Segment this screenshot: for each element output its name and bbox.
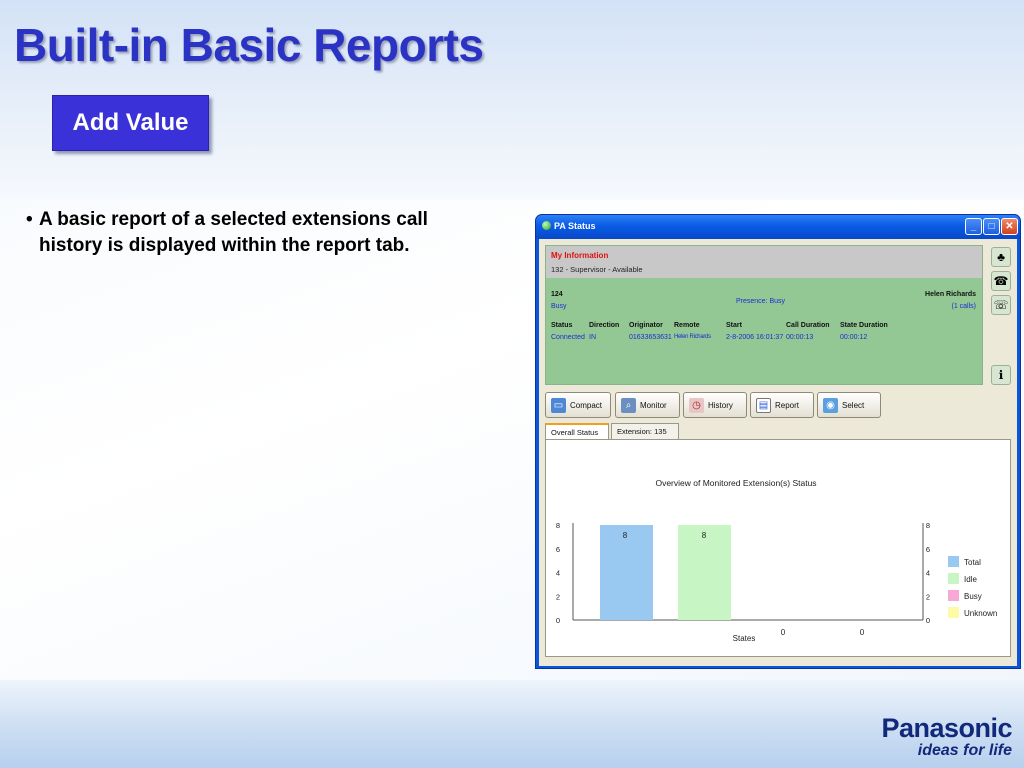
presence-text: Presence: Busy: [736, 298, 786, 305]
legend-label-busy: Busy: [964, 592, 982, 601]
call-row-direction[interactable]: IN: [589, 334, 596, 341]
legend-swatch-unknown: [948, 607, 959, 618]
data-label-idle: 8: [702, 531, 707, 540]
col-header-remote: Remote: [674, 322, 700, 329]
monitor-icon: ⌕: [621, 397, 636, 413]
slide-title: Built-in Basic Reports: [14, 19, 484, 71]
brand-tagline: ideas for life: [917, 742, 1012, 759]
data-label-total: 8: [623, 531, 628, 540]
report-icon: ▤: [756, 397, 771, 413]
conference-icon[interactable]: ☏: [991, 295, 1011, 315]
y-tick-right-8: 8: [926, 521, 930, 530]
window-titlebar[interactable]: PA Status _ □ ✕: [536, 215, 1020, 239]
window-title: PA Status: [554, 221, 596, 231]
compact-button[interactable]: ▭ Compact: [545, 392, 611, 418]
call-row-state-duration[interactable]: 00:00:12: [840, 334, 867, 341]
pa-status-window: PA Status _ □ ✕ My Information 132 - Sup…: [535, 214, 1021, 669]
y-tick-left-0: 0: [556, 616, 560, 625]
history-icon: ◷: [689, 397, 704, 413]
phone-transfer-icon[interactable]: ☎: [991, 271, 1011, 291]
compact-label: Compact: [570, 400, 603, 410]
call-row-remote[interactable]: Helen Richards: [674, 334, 711, 340]
status-chart: Overview of Monitored Extension(s) Statu…: [556, 478, 997, 643]
col-header-start: Start: [726, 322, 742, 329]
brand-logo: Panasonic ideas for life: [881, 713, 1012, 760]
data-label-busy: 0: [781, 628, 786, 637]
tab-extension-135[interactable]: Extension: 135: [611, 423, 679, 439]
add-value-badge: Add Value: [52, 95, 209, 151]
bullet-text: A basic report of a selected extensions …: [39, 209, 428, 256]
users-icon[interactable]: ♣: [991, 247, 1011, 267]
call-row-call-duration[interactable]: 00:00:13: [786, 334, 813, 341]
history-label: History: [708, 400, 733, 410]
my-information-header: My Information 132 - Supervisor - Availa…: [546, 246, 982, 278]
col-header-originator: Originator: [629, 322, 663, 329]
legend-swatch-busy: [948, 590, 959, 601]
legend-label-idle: Idle: [964, 575, 977, 584]
y-tick-right-0: 0: [926, 616, 930, 625]
history-button[interactable]: ◷ History: [683, 392, 747, 418]
legend-label-total: Total: [964, 558, 981, 567]
report-area: Overview of Monitored Extension(s) Statu…: [545, 439, 1011, 657]
report-label: Report: [775, 400, 800, 410]
y-tick-right-6: 6: [926, 545, 930, 554]
extension-state: Busy: [551, 303, 567, 310]
col-header-direction: Direction: [589, 322, 620, 329]
x-axis-label: States: [733, 634, 756, 643]
monitor-button[interactable]: ⌕ Monitor: [615, 392, 680, 418]
select-label: Select: [842, 400, 865, 410]
y-tick-left-2: 2: [556, 592, 560, 601]
bullet-dot: •: [26, 209, 33, 230]
y-tick-left-8: 8: [556, 521, 560, 530]
maximize-button[interactable]: □: [983, 218, 1000, 235]
col-header-status: Status: [551, 322, 573, 329]
col-header-call-duration: Call Duration: [786, 322, 830, 329]
window-client: My Information 132 - Supervisor - Availa…: [539, 239, 1017, 666]
select-button[interactable]: ◉ Select: [817, 392, 881, 418]
call-row-start[interactable]: 2-8-2006 16:01:37: [726, 334, 783, 341]
call-row-originator[interactable]: 01633653631: [629, 334, 672, 341]
extension-user-name: Helen Richards: [925, 291, 976, 298]
app-icon: [542, 221, 551, 230]
brand-name: Panasonic: [881, 713, 1012, 743]
extension-number: 124: [551, 291, 563, 298]
report-button[interactable]: ▤ Report: [750, 392, 814, 418]
legend-label-unknown: Unknown: [964, 609, 997, 618]
y-tick-right-4: 4: [926, 569, 930, 578]
compact-icon: ▭: [551, 397, 566, 413]
y-tick-left-6: 6: [556, 545, 560, 554]
legend-swatch-idle: [948, 573, 959, 584]
tab-overall-status[interactable]: Overall Status: [545, 423, 609, 440]
y-tick-left-4: 4: [556, 569, 560, 578]
monitor-label: Monitor: [640, 400, 667, 410]
info-icon[interactable]: ℹ: [991, 365, 1011, 385]
y-tick-right-2: 2: [926, 592, 930, 601]
slide-footer-band: [0, 680, 1024, 768]
my-status-text: 132 - Supervisor - Available: [551, 265, 643, 274]
select-icon: ◉: [823, 397, 838, 413]
col-header-state-duration: State Duration: [840, 322, 888, 329]
status-panel: My Information 132 - Supervisor - Availa…: [545, 245, 983, 385]
my-information-label: My Information: [551, 251, 609, 260]
minimize-button[interactable]: _: [965, 218, 982, 235]
chart-title: Overview of Monitored Extension(s) Statu…: [655, 478, 816, 488]
bullet-point: • A basic report of a selected extension…: [26, 207, 496, 259]
call-row-status[interactable]: Connected: [551, 334, 585, 341]
legend-swatch-total: [948, 556, 959, 567]
data-label-unknown: 0: [860, 628, 865, 637]
call-count: (1 calls): [951, 303, 976, 310]
close-button[interactable]: ✕: [1001, 218, 1018, 235]
